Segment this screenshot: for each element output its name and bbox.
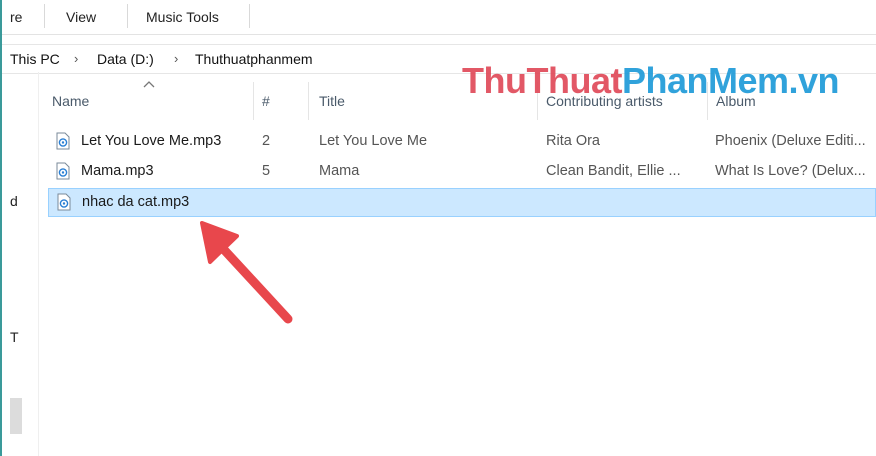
tab-separator [127,4,128,28]
file-title: Mama [319,163,360,179]
breadcrumb-this-pc[interactable]: This PC [10,51,60,67]
column-separator[interactable] [253,82,254,120]
column-separator[interactable] [308,82,309,120]
file-row[interactable]: Mama.mp3 5 Mama Clean Bandit, Ellie ... … [48,159,876,185]
nav-scrollbar[interactable] [10,398,22,434]
file-album: Phoenix (Deluxe Editi... [715,133,866,149]
tab-separator [249,4,250,28]
file-title: Let You Love Me [319,133,428,149]
watermark-part-1: ThuThuat [462,60,622,101]
tab-partial[interactable]: re [10,9,22,25]
watermark-part-2: PhanMem.vn [621,60,840,101]
file-artists: Rita Ora [546,133,600,149]
file-number: 2 [262,133,271,149]
tab-music-tools[interactable]: Music Tools [146,9,219,25]
file-name: Let You Love Me.mp3 [81,133,222,149]
nav-item-partial[interactable]: d [10,193,18,209]
watermark: ThuThuatPhanMem.vn [462,60,840,102]
red-arrow-annotation [200,221,293,324]
column-header-title[interactable]: Title [319,93,345,109]
ribbon-tabs: re View Music Tools [2,0,876,35]
file-name: Mama.mp3 [81,163,154,179]
file-name: nhac da cat.mp3 [82,194,190,210]
column-header-name[interactable]: Name [52,93,89,109]
file-number: 5 [262,163,271,179]
nav-item-partial[interactable]: T [10,329,19,345]
file-row-selected[interactable]: nhac da cat.mp3 [48,188,876,217]
file-album: What Is Love? (Delux... [715,163,866,179]
tab-separator [44,4,45,28]
breadcrumb-folder[interactable]: Thuthuatphanmem [195,51,313,67]
tab-view[interactable]: View [66,9,96,25]
chevron-right-icon[interactable]: › [174,51,178,66]
audio-file-icon [56,132,70,150]
sort-ascending-icon [143,81,155,88]
file-artists: Clean Bandit, Ellie ... [546,163,681,179]
audio-file-icon [57,193,71,211]
breadcrumb-drive[interactable]: Data (D:) [97,51,154,67]
column-header-number[interactable]: # [262,93,270,109]
chevron-right-icon[interactable]: › [74,51,78,66]
file-row[interactable]: Let You Love Me.mp3 2 Let You Love Me Ri… [48,129,876,155]
nav-pane-divider [38,72,39,456]
audio-file-icon [56,162,70,180]
